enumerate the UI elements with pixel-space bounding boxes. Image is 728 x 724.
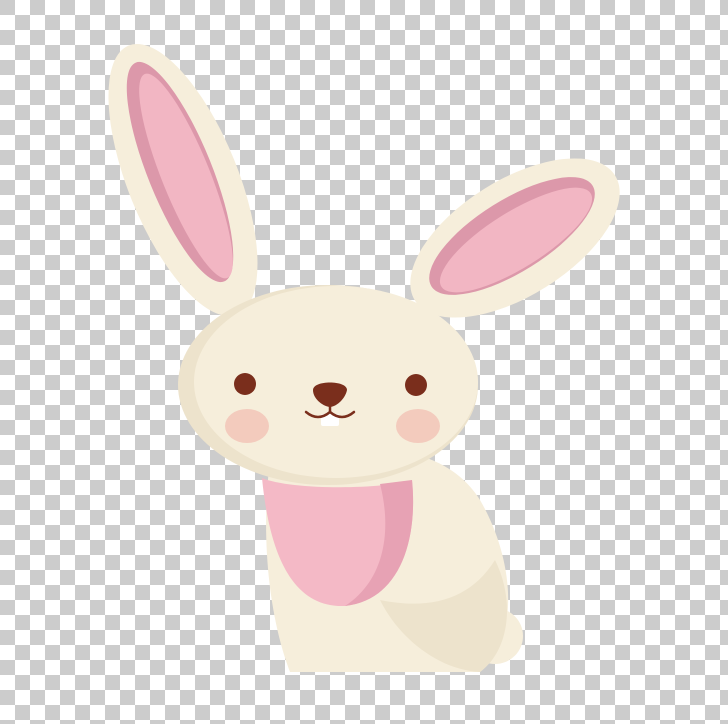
left-ear bbox=[108, 43, 258, 317]
right-cheek bbox=[396, 409, 440, 443]
left-eye bbox=[234, 373, 256, 395]
left-cheek bbox=[225, 409, 269, 443]
right-eye bbox=[405, 374, 427, 396]
transparency-checkerboard bbox=[0, 0, 728, 724]
bunny-illustration bbox=[108, 43, 620, 672]
